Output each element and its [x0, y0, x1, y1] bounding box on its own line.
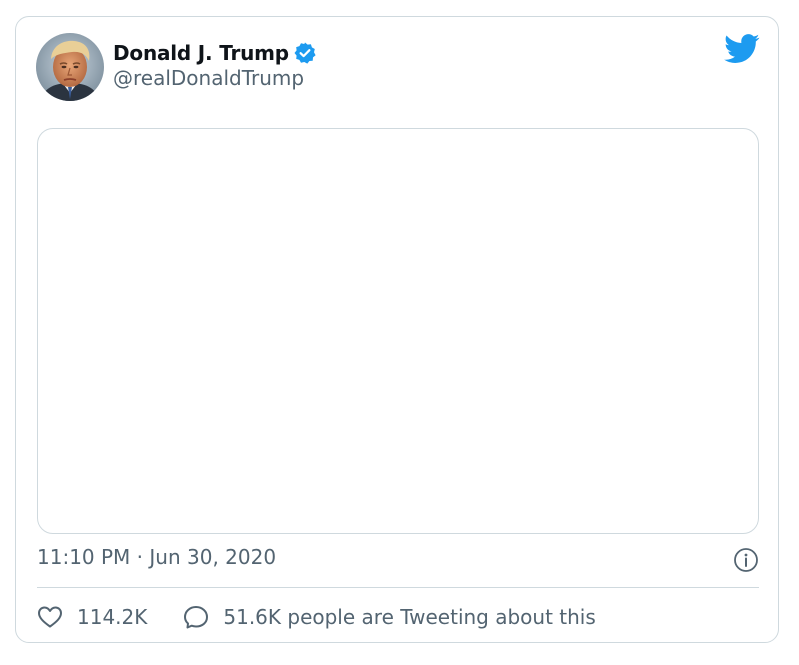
- author-name-row[interactable]: Donald J. Trump: [113, 39, 317, 67]
- tweet-media-placeholder[interactable]: [37, 128, 759, 534]
- twitter-bird-icon[interactable]: [724, 34, 760, 64]
- author-handle[interactable]: @realDonaldTrump: [113, 66, 304, 90]
- like-action[interactable]: 114.2K: [37, 605, 147, 629]
- author-display-name[interactable]: Donald J. Trump: [113, 41, 289, 65]
- divider: [37, 587, 759, 588]
- heart-icon: [38, 606, 62, 628]
- verified-badge-icon: [293, 41, 317, 65]
- tweet-timestamp[interactable]: 11:10 PM · Jun 30, 2020: [37, 545, 276, 569]
- speech-bubble-icon: [184, 606, 209, 629]
- info-icon[interactable]: [733, 547, 759, 573]
- conversation-action[interactable]: 51.6K people are Tweeting about this: [183, 604, 596, 630]
- like-count: 114.2K: [77, 605, 148, 629]
- tweeting-about-text: 51.6K people are Tweeting about this: [223, 605, 596, 629]
- avatar[interactable]: [36, 33, 104, 101]
- engagement-bar: 114.2K 51.6K people are Tweeting about t…: [37, 601, 596, 633]
- avatar-image: [36, 33, 104, 101]
